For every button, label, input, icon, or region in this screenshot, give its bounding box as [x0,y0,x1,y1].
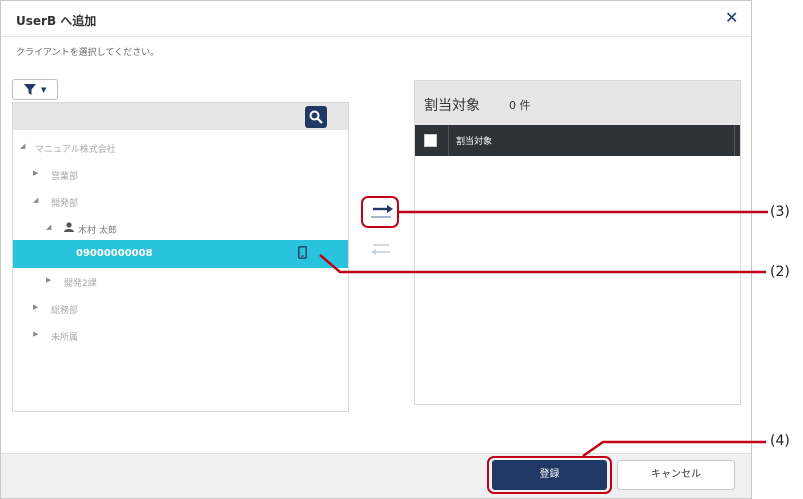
callout-4: (4) [770,433,790,449]
callout-2: (2) [770,264,790,280]
screenshot-stage: UserB へ追加 ✕ クライアントを選択してください。 ▼ ◢ マニュアル株式… [0,0,803,499]
callout-lines [319,210,768,458]
callout-3: (3) [770,204,790,220]
